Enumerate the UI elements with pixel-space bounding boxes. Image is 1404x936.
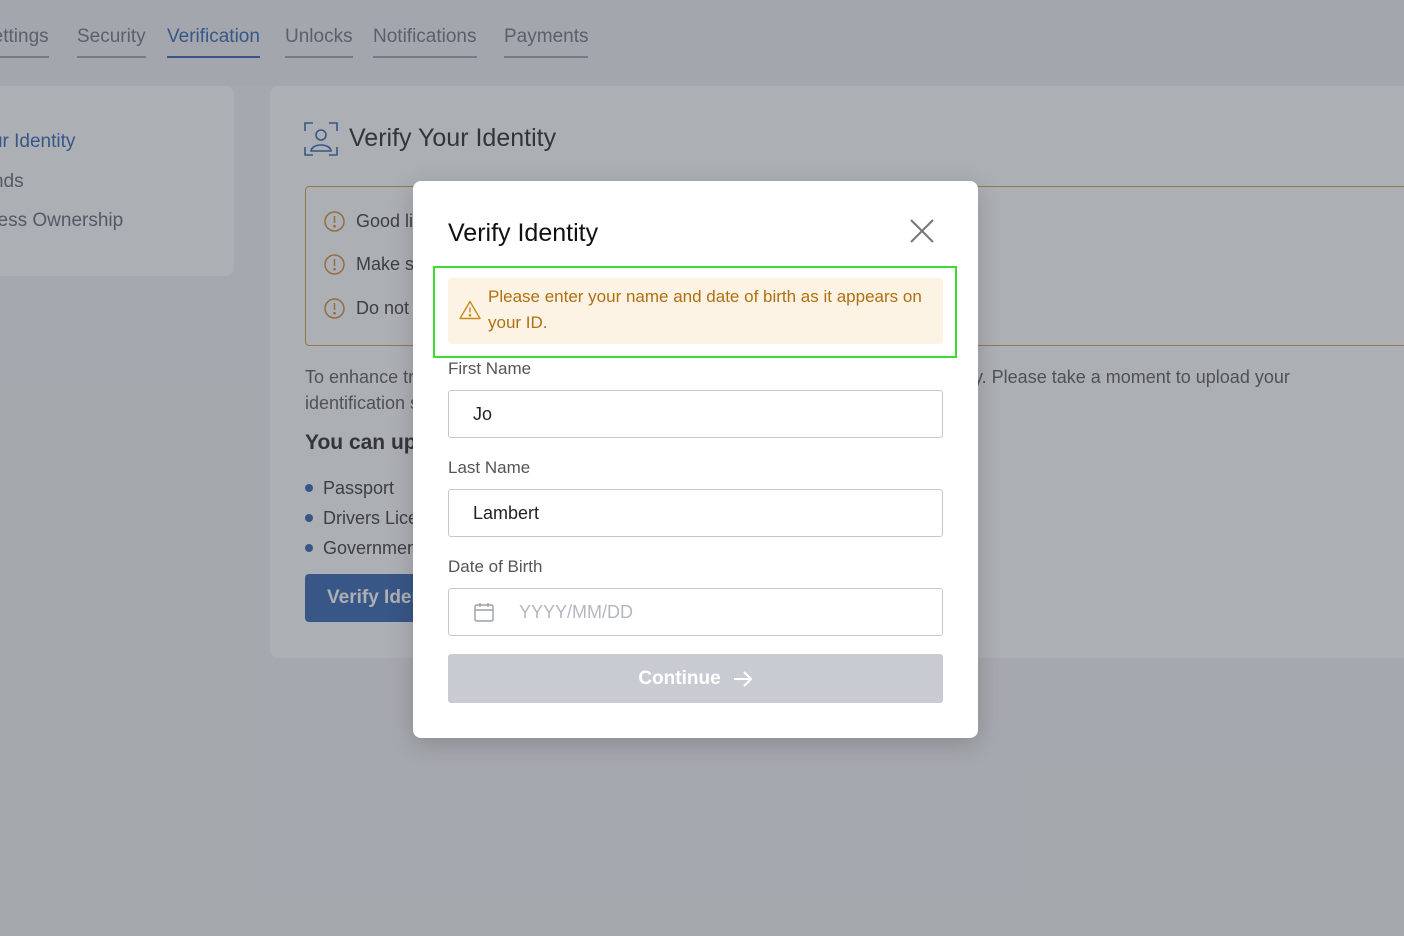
arrow-right-icon [733,670,753,687]
highlight-box [433,266,957,358]
calendar-icon[interactable] [473,601,495,623]
last-name-field[interactable] [448,489,943,537]
first-name-label: First Name [448,359,532,378]
continue-button[interactable]: Continue [448,654,943,703]
close-icon[interactable] [906,215,938,247]
continue-label: Continue [638,667,721,689]
page: Settings Security Verification Unlocks N… [0,0,1404,936]
date-of-birth-label: Date of Birth [448,557,543,576]
verify-identity-modal: Verify Identity Please enter your name a… [413,181,978,738]
date-of-birth-field[interactable] [448,588,943,636]
first-name-field[interactable] [448,390,943,438]
last-name-label: Last Name [448,458,531,477]
modal-title: Verify Identity [448,219,599,247]
